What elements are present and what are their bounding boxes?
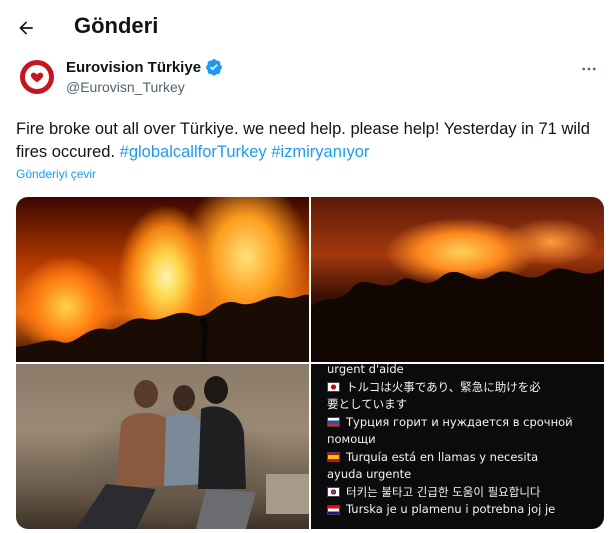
more-dots-icon xyxy=(582,67,596,71)
panel-line: помощи xyxy=(327,432,376,446)
people-photo[interactable] xyxy=(16,364,309,529)
hashtag-izmiryaniyor[interactable]: #izmiryanıyor xyxy=(271,143,369,161)
arrow-left-icon xyxy=(19,21,33,35)
avatar[interactable] xyxy=(20,60,54,94)
panel-line: Turska je u plamenu i potrebna joj je xyxy=(327,501,592,519)
author-info: Eurovision Türkiye @Eurovisn_Turkey xyxy=(66,58,223,95)
croatia-flag-icon xyxy=(327,504,340,515)
author-handle[interactable]: @Eurovisn_Turkey xyxy=(66,79,223,95)
tweet-page: Gönderi Eurovision Türkiye @Eurovisn_Tur… xyxy=(0,0,614,533)
russia-flag-icon xyxy=(327,417,340,427)
people-silhouette xyxy=(76,376,309,529)
spain-flag-icon xyxy=(327,452,340,462)
translate-post-link[interactable]: Gönderiyi çevir xyxy=(16,167,96,181)
forest-silhouette xyxy=(311,268,604,362)
panel-line: Turquía está en llamas y necesita xyxy=(327,449,592,467)
panel-line: ayuda urgente xyxy=(327,467,412,481)
hashtag-globalcallforturkey[interactable]: #globalcallforTurkey xyxy=(120,143,267,161)
page-header: Gönderi xyxy=(0,0,614,54)
japan-flag-icon xyxy=(327,382,340,392)
forest-silhouette xyxy=(16,294,309,362)
verified-badge-icon xyxy=(206,59,222,76)
panel-line: トルコは火事であり、緊急に助けを必 xyxy=(327,379,592,397)
more-options-button[interactable] xyxy=(578,58,600,80)
author-name: Eurovision Türkiye xyxy=(66,58,202,76)
author-name-row[interactable]: Eurovision Türkiye xyxy=(66,58,223,76)
heart-logo-icon xyxy=(25,65,49,89)
media-grid: urgent d'aide トルコは火事であり、緊急に助けを必 要としています … xyxy=(16,197,604,529)
translation-text-panel[interactable]: urgent d'aide トルコは火事であり、緊急に助けを必 要としています … xyxy=(311,364,604,529)
wildfire-photo-2[interactable] xyxy=(311,197,604,362)
page-title: Gönderi xyxy=(74,13,159,38)
tweet-text: Fire broke out all over Türkiye. we need… xyxy=(16,118,596,164)
back-button[interactable] xyxy=(12,14,40,42)
panel-line: urgent d'aide xyxy=(327,364,404,376)
korea-flag-icon xyxy=(327,487,340,497)
panel-line: 터키는 불타고 긴급한 도움이 필요합니다 xyxy=(327,484,592,502)
panel-line: Турция горит и нуждается в срочной xyxy=(327,414,592,432)
panel-line: 要としています xyxy=(327,397,408,411)
wildfire-photo-1[interactable] xyxy=(16,197,309,362)
